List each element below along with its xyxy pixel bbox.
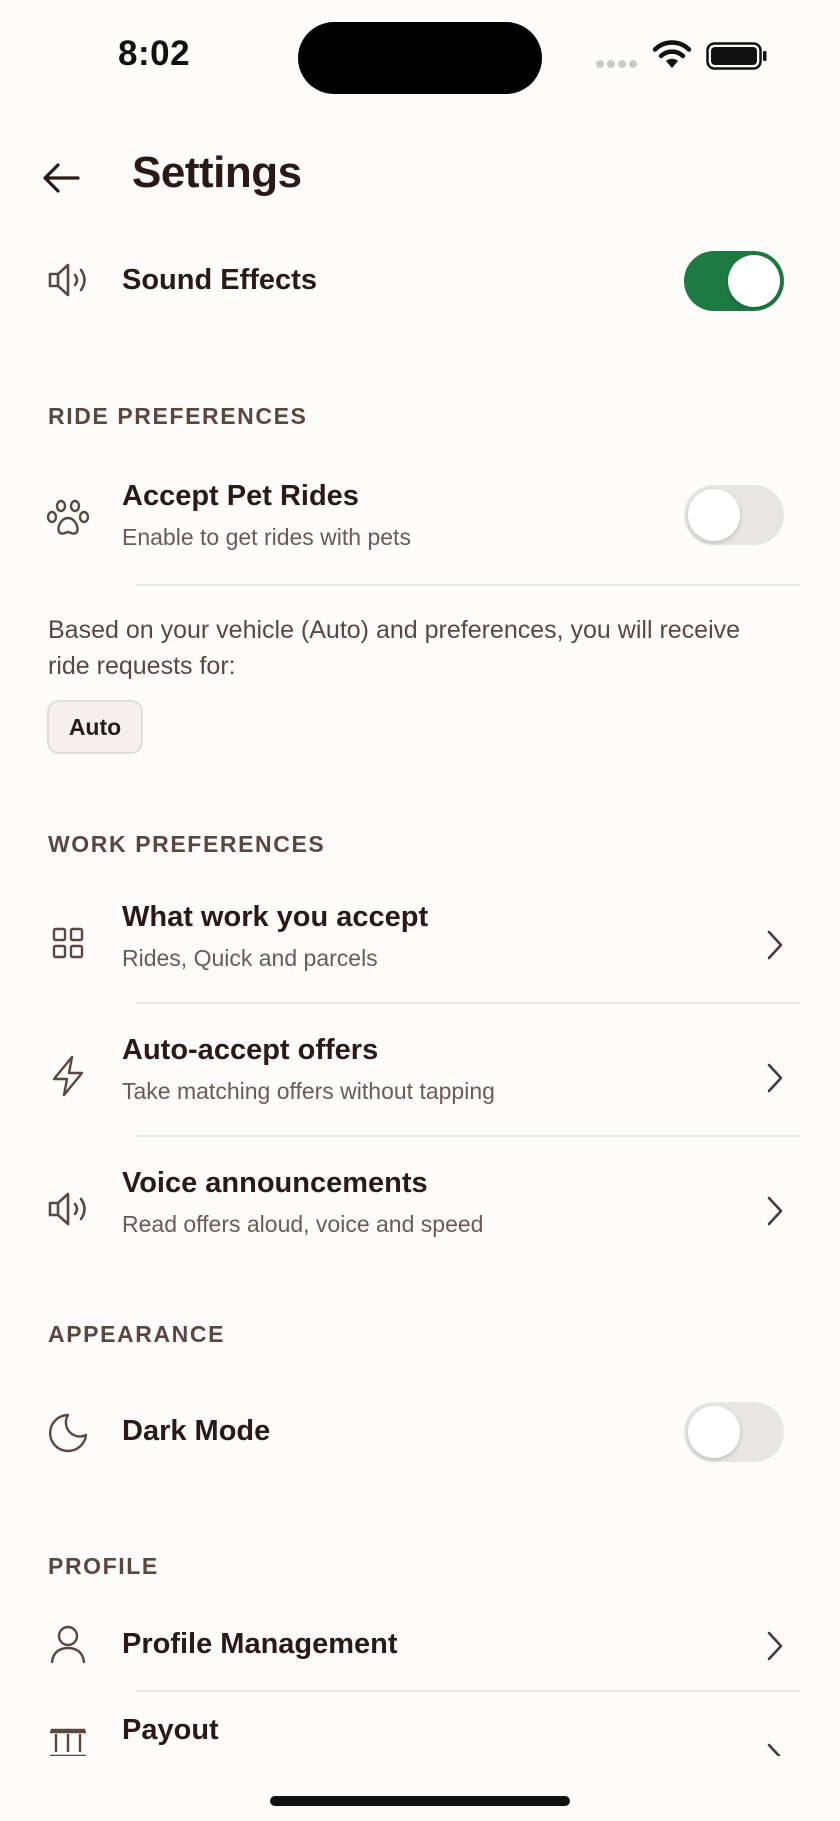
- sound-effects-toggle[interactable]: [684, 251, 784, 311]
- vehicle-chip-auto[interactable]: Auto: [47, 700, 143, 754]
- paw-icon: [46, 499, 90, 535]
- battery-icon: [706, 42, 768, 75]
- section-heading-work-preferences: WORK PREFERENCES: [48, 831, 326, 857]
- voice-announcements-row[interactable]: Voice announcements Read offers aloud, v…: [0, 1161, 840, 1261]
- grid-icon: [52, 927, 84, 959]
- scroll-clip: Payout: [0, 1700, 840, 1756]
- pet-rides-toggle[interactable]: [684, 485, 784, 545]
- pet-rides-row: Accept Pet Rides Enable to get rides wit…: [0, 470, 840, 570]
- payout-title: Payout: [122, 1714, 219, 1746]
- ride-requests-info: Based on your vehicle (Auto) and prefere…: [48, 616, 741, 680]
- pet-rides-title: Accept Pet Rides: [122, 480, 359, 512]
- divider: [136, 1135, 800, 1137]
- work-accept-title: What work you accept: [122, 901, 429, 933]
- wifi-icon: [652, 40, 692, 75]
- bank-icon: [50, 1728, 86, 1756]
- person-icon: [50, 1625, 86, 1664]
- sound-effects-label: Sound Effects: [122, 264, 317, 296]
- speaker-icon: [48, 263, 86, 297]
- dynamic-island: [298, 22, 542, 94]
- status-time: 8:02: [118, 34, 191, 73]
- profile-management-row[interactable]: Profile Management: [0, 1612, 840, 1678]
- pet-rides-subtitle: Enable to get rides with pets: [122, 524, 411, 550]
- divider: [136, 1690, 800, 1692]
- section-heading-ride-preferences: RIDE PREFERENCES: [48, 403, 308, 429]
- section-heading-appearance: APPEARANCE: [48, 1321, 226, 1347]
- cellular-signal-icon: [596, 60, 640, 68]
- lightning-icon: [52, 1055, 84, 1097]
- back-button[interactable]: [40, 156, 84, 200]
- chevron-right-icon: [767, 1063, 783, 1093]
- work-accept-row[interactable]: What work you accept Rides, Quick and pa…: [0, 895, 840, 995]
- page-title: Settings: [132, 148, 302, 197]
- work-accept-subtitle: Rides, Quick and parcels: [122, 945, 378, 971]
- section-heading-profile: PROFILE: [48, 1553, 159, 1579]
- speaker-icon: [48, 1192, 86, 1226]
- chevron-right-icon: [767, 1631, 783, 1661]
- voice-announcements-title: Voice announcements: [122, 1167, 428, 1199]
- voice-announcements-subtitle: Read offers aloud, voice and speed: [122, 1211, 484, 1237]
- home-indicator: [270, 1796, 570, 1806]
- dark-mode-row: Dark Mode: [0, 1399, 840, 1465]
- dark-mode-toggle[interactable]: [684, 1402, 784, 1462]
- payout-row[interactable]: Payout: [0, 1710, 840, 1756]
- profile-management-title: Profile Management: [122, 1628, 398, 1660]
- auto-accept-subtitle: Take matching offers without tapping: [122, 1078, 495, 1104]
- auto-accept-title: Auto-accept offers: [122, 1034, 379, 1066]
- dark-mode-label: Dark Mode: [122, 1415, 271, 1447]
- divider: [136, 1002, 800, 1004]
- divider: [136, 584, 800, 586]
- chevron-right-icon: [767, 1743, 781, 1756]
- chevron-right-icon: [767, 930, 783, 960]
- auto-accept-row[interactable]: Auto-accept offers Take matching offers …: [0, 1028, 840, 1128]
- moon-icon: [48, 1413, 88, 1453]
- sound-effects-row: Sound Effects: [0, 248, 840, 314]
- chevron-right-icon: [767, 1196, 783, 1226]
- arrow-left-icon: [43, 163, 80, 193]
